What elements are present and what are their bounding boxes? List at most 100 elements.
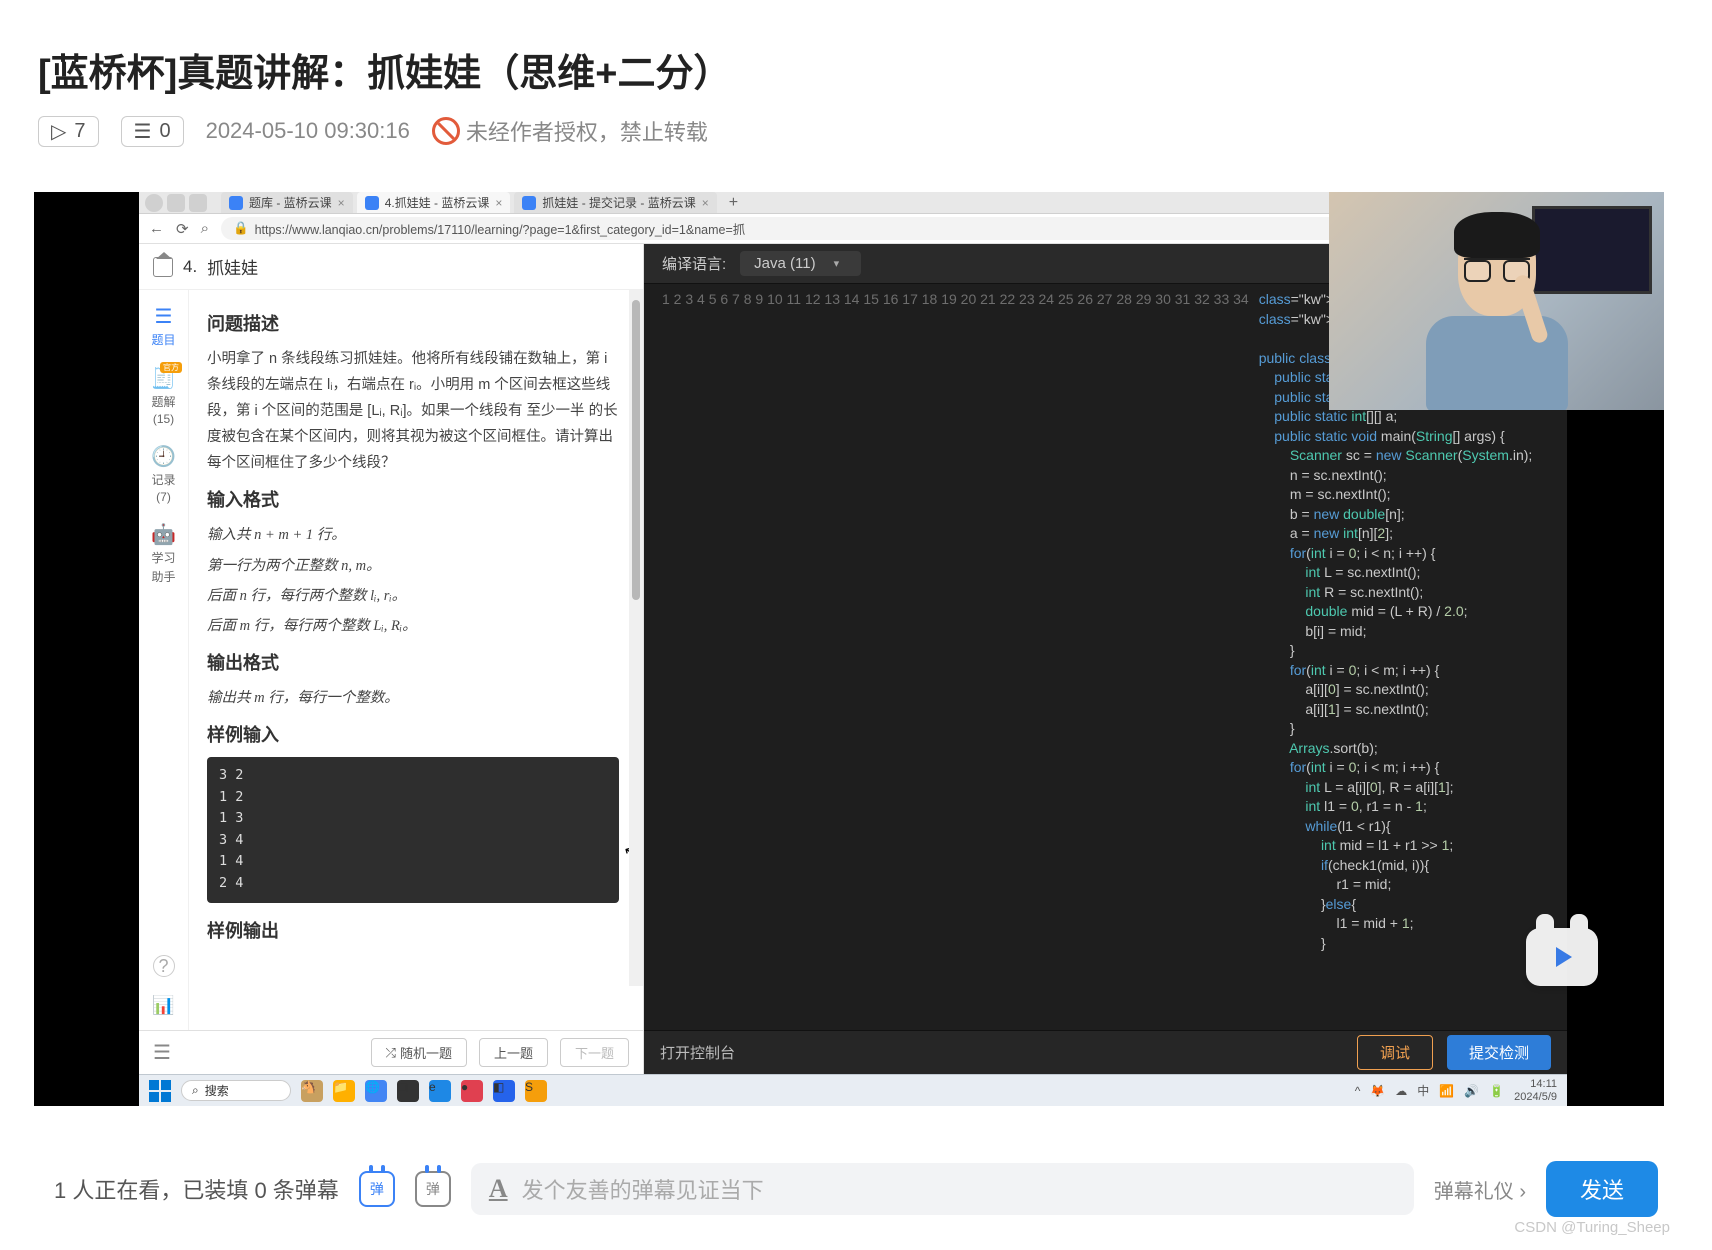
clock[interactable]: 14:11 2024/5/9 [1514, 1078, 1557, 1102]
comments-count: 0 [159, 120, 170, 143]
open-console-button[interactable]: 打开控制台 [660, 1042, 735, 1063]
time-text: 14:11 [1514, 1078, 1557, 1090]
browser-tab-2[interactable]: 抓娃娃 - 提交记录 - 蓝桥云课× [514, 192, 716, 213]
random-problem-button[interactable]: ⤮随机一题 [371, 1038, 467, 1067]
sidebar-icon[interactable] [189, 194, 207, 212]
submit-button[interactable]: 提交检测 [1447, 1035, 1551, 1070]
crumb-name: 抓娃娃 [207, 254, 258, 279]
presenter [1417, 218, 1577, 410]
battery-icon[interactable]: 🔋 [1489, 1084, 1504, 1098]
tray-icon[interactable]: 🦊 [1370, 1084, 1385, 1098]
official-badge: 官方 [160, 362, 182, 373]
edge2-icon[interactable]: e [429, 1080, 451, 1102]
favicon-icon [229, 196, 243, 210]
rail-assistant[interactable]: 🤖 学习助手 [151, 522, 176, 585]
browser-tab-1[interactable]: 4.抓娃娃 - 蓝桥云课× [357, 192, 511, 213]
page-title: [蓝桥杯]真题讲解：抓娃娃（思维+二分） [0, 0, 1712, 115]
lock-icon: 🔒 [233, 221, 249, 236]
app2-icon[interactable]: ● [461, 1080, 483, 1102]
search-icon: ⌕ [192, 1083, 199, 1098]
search-icon[interactable]: ⌕ [201, 220, 209, 237]
app-icon[interactable]: 🐴 [301, 1080, 323, 1102]
heading-output: 输出格式 [207, 649, 619, 675]
taskbar-search[interactable]: ⌕ 搜索 [181, 1080, 291, 1101]
close-icon[interactable]: × [338, 196, 345, 210]
video-frame[interactable]: 题库 - 蓝桥云课× 4.抓娃娃 - 蓝桥云课× 抓娃娃 - 提交记录 - 蓝桥… [34, 192, 1664, 1106]
home-icon[interactable] [153, 257, 173, 277]
lang-value: Java (11) [754, 255, 815, 272]
url-text: https://www.lanqiao.cn/problems/17110/le… [255, 219, 746, 238]
debug-button[interactable]: 调试 [1357, 1035, 1433, 1070]
crumb-num: 4. [183, 257, 197, 277]
back-icon[interactable]: ← [149, 220, 164, 237]
font-style-icon[interactable]: A [489, 1174, 508, 1204]
clock-icon: 🕘 [151, 444, 176, 469]
play-icon: ▷ [51, 119, 66, 144]
browser-tab-0[interactable]: 题库 - 蓝桥云课× [221, 192, 353, 213]
profile-icon[interactable] [145, 194, 163, 212]
workspace-icon[interactable] [167, 194, 185, 212]
rail-label: 题目 [151, 331, 175, 348]
app-left: 4. 抓娃娃 ☰题目 官方🧾题解(15) 🕘记录(7) 🤖学习助手 ? 📊 [139, 244, 644, 1074]
rail-sub: 助手 [151, 568, 175, 585]
hair [1454, 212, 1540, 258]
rail-sub: (15) [153, 412, 174, 426]
danmaku-rules-link[interactable]: 弹幕礼仪 › [1434, 1175, 1526, 1204]
heading-sample-output: 样例输出 [207, 917, 619, 943]
prev-problem-button[interactable]: 上一题 [479, 1038, 548, 1067]
start-button[interactable] [149, 1080, 171, 1102]
danmaku-input[interactable]: A 发个友善的弹幕见证当下 [471, 1163, 1414, 1215]
sublime-icon[interactable]: S [525, 1080, 547, 1102]
rail-problem[interactable]: ☰题目 [151, 304, 175, 348]
close-icon[interactable]: × [702, 196, 709, 210]
new-tab-button[interactable]: + [721, 194, 746, 212]
danmaku-send-button[interactable]: 发送 [1546, 1161, 1658, 1217]
help-icon[interactable]: ? [153, 955, 175, 977]
rail-records[interactable]: 🕘记录(7) [151, 444, 176, 504]
problem-panel[interactable]: 问题描述 小明拿了 n 条线段练习抓娃娃。他将所有线段铺在数轴上，第 i 条线段… [189, 290, 643, 1030]
rail-solutions[interactable]: 官方🧾题解(15) [151, 366, 176, 426]
stats-icon[interactable]: 📊 [152, 995, 174, 1016]
danmaku-placeholder: 发个友善的弹幕见证当下 [522, 1173, 764, 1205]
line-gutter: 1 2 3 4 5 6 7 8 9 10 11 12 13 14 15 16 1… [644, 284, 1259, 1030]
input-line-1: 输入共 n + m + 1 行。 [207, 522, 619, 548]
search-placeholder: 搜索 [205, 1082, 229, 1099]
tray-icon[interactable]: ☁ [1395, 1084, 1407, 1098]
danmaku-settings-icon[interactable]: 弹 [415, 1171, 451, 1207]
list-icon: ☰ [134, 119, 152, 144]
comments-chip: ☰ 0 [121, 116, 184, 147]
action-bar: 打开控制台 调试 提交检测 [644, 1030, 1567, 1074]
volume-icon[interactable]: 🔊 [1464, 1084, 1479, 1098]
rail-label: 学习 [151, 549, 175, 566]
scrollbar-thumb[interactable] [632, 300, 640, 600]
bilibili-play-icon[interactable] [1526, 928, 1598, 986]
breadcrumb: 4. 抓娃娃 [139, 244, 643, 290]
shuffle-icon: ⤮ [386, 1045, 396, 1061]
language-select[interactable]: Java (11) ▾ [740, 251, 861, 276]
scrollbar[interactable] [629, 290, 643, 986]
heading-description: 问题描述 [207, 310, 619, 336]
views-count: 7 [74, 120, 85, 143]
rail-label: 记录 [151, 471, 175, 488]
app3-icon[interactable]: ◧ [493, 1080, 515, 1102]
wifi-icon[interactable]: 📶 [1439, 1084, 1454, 1098]
danmaku-toggle-icon[interactable]: 弹 [359, 1171, 395, 1207]
sample-input-box: 3 2 1 2 1 3 3 4 1 4 2 4 [207, 757, 619, 903]
play-triangle-icon [1556, 947, 1572, 967]
refresh-icon[interactable]: ⟳ [176, 220, 189, 238]
side-rail: ☰题目 官方🧾题解(15) 🕘记录(7) 🤖学习助手 ? 📊 [139, 290, 189, 1030]
windows-taskbar: ⌕ 搜索 🐴 📁 🌐 ▣ e ● ◧ S ^ 🦊 ☁ 中 📶 🔊 🔋 14:11 … [139, 1074, 1567, 1106]
chevron-up-icon[interactable]: ^ [1355, 1084, 1361, 1098]
list-icon[interactable]: ☰ [153, 1040, 171, 1065]
explorer-icon[interactable]: 📁 [333, 1080, 355, 1102]
input-line-2: 第一行为两个正整数 n, m。 [207, 553, 619, 579]
ime-indicator[interactable]: 中 [1417, 1082, 1429, 1099]
publish-datetime: 2024-05-10 09:30:16 [206, 118, 410, 144]
next-problem-button[interactable]: 下一题 [560, 1038, 629, 1067]
close-icon[interactable]: × [495, 196, 502, 210]
edge-icon[interactable]: 🌐 [365, 1080, 387, 1102]
danmaku-status: 1 人正在看，已装填 0 条弹幕 [54, 1173, 339, 1205]
terminal-icon[interactable]: ▣ [397, 1080, 419, 1102]
bot-icon: 🤖 [151, 522, 176, 547]
btn-label: 随机一题 [400, 1043, 452, 1062]
